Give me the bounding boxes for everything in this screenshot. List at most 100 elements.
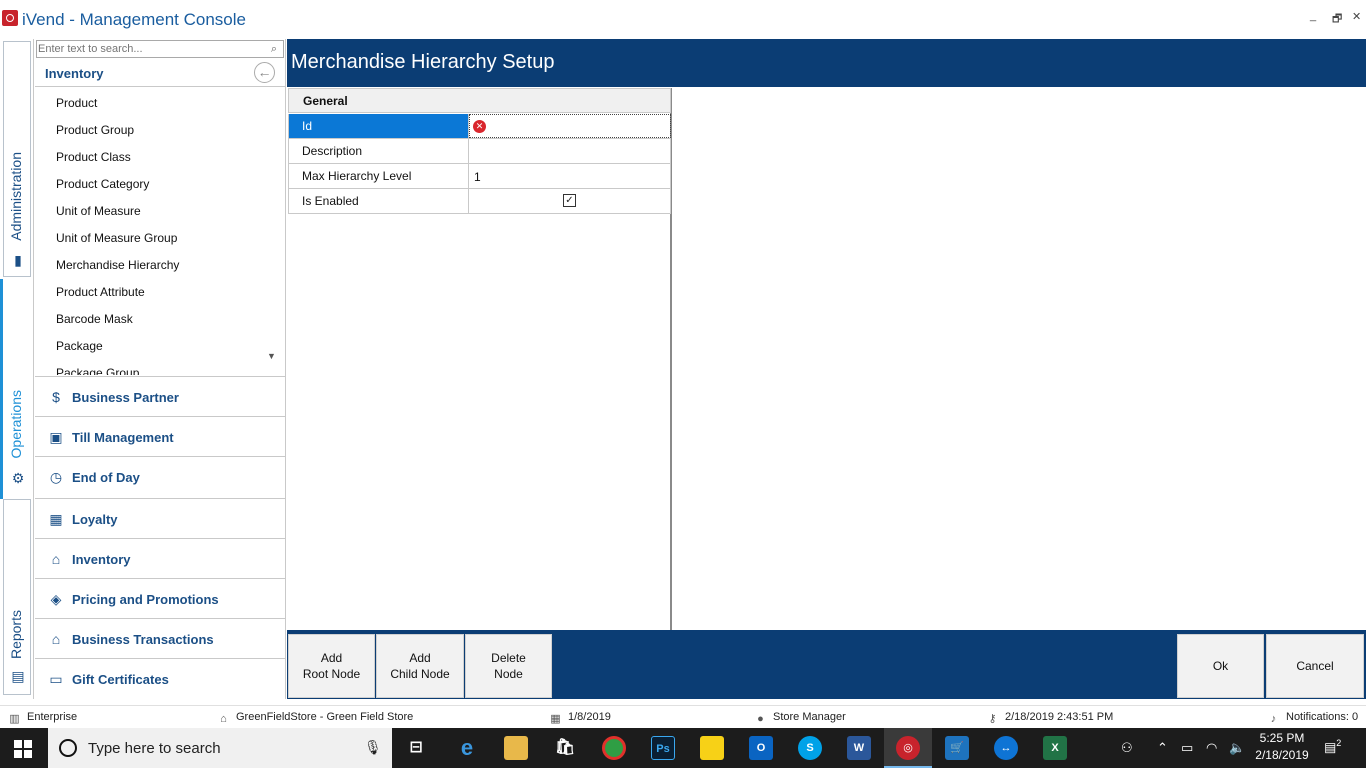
cart-icon[interactable]: 🛒 bbox=[945, 736, 969, 760]
nav-item-unit-of-measure-group[interactable]: Unit of Measure Group bbox=[56, 231, 177, 245]
app-title: iVend - Management Console bbox=[22, 10, 246, 29]
search-icon[interactable]: ⌕ bbox=[267, 42, 281, 56]
wifi-icon[interactable]: ◠ bbox=[1206, 740, 1217, 756]
section-gift-certificates[interactable]: ▭ Gift Certificates bbox=[35, 658, 285, 698]
is-enabled-field[interactable]: ✓ bbox=[469, 189, 671, 213]
section-pricing-and-promotions[interactable]: ◈ Pricing and Promotions bbox=[35, 578, 285, 618]
grid-row-name[interactable]: Description bbox=[288, 139, 469, 163]
battery-icon[interactable]: ▭ bbox=[1181, 740, 1193, 756]
grid-row-name[interactable]: Id bbox=[288, 114, 469, 138]
nav-item-merchandise-hierarchy[interactable]: Merchandise Hierarchy bbox=[56, 258, 179, 272]
scroll-down-icon[interactable]: ▼ bbox=[267, 351, 276, 361]
tab-reports[interactable]: Reports ▤ bbox=[3, 499, 31, 695]
grid-row-description[interactable]: Description bbox=[288, 139, 671, 164]
tab-administration[interactable]: Administration ▮ bbox=[3, 41, 31, 277]
section-loyalty[interactable]: ▦ Loyalty bbox=[35, 498, 285, 538]
nav-item-product-group[interactable]: Product Group bbox=[56, 123, 134, 137]
volume-icon[interactable]: 🔈 bbox=[1229, 740, 1245, 756]
grid-row-name-label: Id bbox=[302, 119, 313, 133]
microphone-icon[interactable]: 🎙 bbox=[364, 739, 382, 756]
edge-icon[interactable]: e bbox=[455, 736, 479, 760]
tab-operations[interactable]: Operations ⚙ bbox=[3, 279, 31, 497]
navigator-header-label: Inventory bbox=[45, 66, 104, 81]
bell-icon: ♪ bbox=[1270, 713, 1277, 725]
taskbar-active-app[interactable]: ◎ bbox=[884, 728, 932, 768]
file-explorer-icon[interactable] bbox=[504, 736, 528, 760]
teamviewer-icon[interactable]: ↔ bbox=[994, 736, 1018, 760]
nav-item-package[interactable]: Package bbox=[56, 339, 103, 353]
action-center-icon[interactable]: ▤2 bbox=[1324, 738, 1341, 755]
grid-row-id[interactable]: Id ✕ bbox=[288, 114, 671, 139]
word-icon[interactable]: W bbox=[847, 736, 871, 760]
cancel-label: Cancel bbox=[1296, 659, 1334, 673]
grid-row-name-label: Is Enabled bbox=[302, 194, 359, 208]
section-label: Gift Certificates bbox=[72, 672, 169, 687]
status-role: ● Store Manager bbox=[754, 711, 846, 725]
section-label: Business Partner bbox=[72, 390, 179, 405]
grid-row-name[interactable]: Is Enabled bbox=[288, 189, 469, 213]
grid-category-label: General bbox=[303, 94, 348, 108]
till-icon: ▣ bbox=[49, 429, 63, 445]
nav-item-barcode-mask[interactable]: Barcode Mask bbox=[56, 312, 133, 326]
chrome-icon[interactable] bbox=[602, 736, 626, 760]
grid-row-max-hierarchy-level[interactable]: Max Hierarchy Level 1 bbox=[288, 164, 671, 189]
navigator-search-input[interactable] bbox=[38, 41, 266, 57]
windows-start-icon[interactable] bbox=[14, 740, 32, 758]
add-child-node-label-line2: Child Node bbox=[390, 667, 450, 681]
nav-item-product-category[interactable]: Product Category bbox=[56, 177, 149, 191]
transactions-icon: ⌂ bbox=[51, 631, 61, 647]
cancel-button[interactable]: Cancel bbox=[1266, 634, 1364, 698]
delete-node-button[interactable]: Delete Node bbox=[465, 634, 552, 698]
windows-taskbar: Type here to search 🎙 ⊟ e 🛍 Ps O S W ◎ 🛒… bbox=[0, 728, 1366, 768]
description-field[interactable] bbox=[469, 139, 671, 163]
page-title: Merchandise Hierarchy Setup bbox=[291, 51, 555, 73]
is-enabled-checkbox[interactable]: ✓ bbox=[563, 194, 576, 207]
photoshop-icon[interactable]: Ps bbox=[651, 736, 675, 760]
people-icon[interactable]: ⚇ bbox=[1121, 740, 1133, 756]
navigator-header: Inventory ← bbox=[35, 60, 285, 87]
clock-date[interactable]: 2/18/2019 bbox=[1251, 748, 1313, 762]
section-inventory[interactable]: ⌂ Inventory bbox=[35, 538, 285, 578]
add-child-node-button[interactable]: Add Child Node bbox=[376, 634, 464, 698]
grid-row-name[interactable]: Max Hierarchy Level bbox=[288, 164, 469, 188]
nav-item-unit-of-measure[interactable]: Unit of Measure bbox=[56, 204, 141, 218]
grid-row-name-label: Description bbox=[302, 144, 363, 158]
status-notifications[interactable]: ♪ Notifications: 0 bbox=[1267, 711, 1358, 725]
add-root-node-button[interactable]: Add Root Node bbox=[288, 634, 375, 698]
gift-icon: ▦ bbox=[49, 511, 63, 527]
section-end-of-day[interactable]: ◷ End of Day bbox=[35, 456, 285, 496]
section-business-partner[interactable]: $ Business Partner bbox=[35, 376, 285, 416]
outlook-icon[interactable]: O bbox=[749, 736, 773, 760]
add-root-node-label-line1: Add bbox=[320, 651, 343, 665]
grid-category-row[interactable]: General bbox=[288, 88, 671, 113]
section-business-transactions[interactable]: ⌂ Business Transactions bbox=[35, 618, 285, 658]
store-app-icon[interactable]: 🛍 bbox=[553, 736, 577, 760]
back-arrow-icon[interactable]: ← bbox=[254, 62, 275, 83]
max-hierarchy-level-field[interactable]: 1 bbox=[469, 164, 671, 188]
minimize-button[interactable]: _ bbox=[1310, 10, 1316, 22]
hierarchy-tree-panel[interactable] bbox=[673, 88, 1366, 630]
nav-item-product-class[interactable]: Product Class bbox=[56, 150, 131, 164]
ok-button[interactable]: Ok bbox=[1177, 634, 1264, 698]
grid-row-is-enabled[interactable]: Is Enabled ✓ bbox=[288, 189, 671, 214]
excel-icon[interactable]: X bbox=[1043, 736, 1067, 760]
nav-item-product-attribute[interactable]: Product Attribute bbox=[56, 285, 145, 299]
property-grid-panel: General Id ✕ Description Max Hierarchy L… bbox=[287, 88, 672, 630]
task-view-icon[interactable]: ⊟ bbox=[404, 736, 428, 760]
status-role-label: Store Manager bbox=[773, 711, 846, 723]
status-business-date: ▦ 1/8/2019 bbox=[549, 711, 611, 725]
tab-administration-label: Administration bbox=[8, 152, 24, 241]
taskbar-search[interactable]: Type here to search 🎙 bbox=[48, 728, 392, 768]
key-icon: ⚷ bbox=[988, 713, 997, 725]
close-button[interactable]: ✕ bbox=[1352, 10, 1361, 23]
ivend-icon[interactable]: ◎ bbox=[896, 736, 920, 760]
sticky-notes-icon[interactable] bbox=[700, 736, 724, 760]
section-till-management[interactable]: ▣ Till Management bbox=[35, 416, 285, 456]
id-field[interactable]: ✕ bbox=[469, 114, 671, 138]
restore-button[interactable]: 🗗 bbox=[1332, 10, 1342, 29]
nav-item-package-group[interactable]: Package Group bbox=[56, 366, 139, 375]
nav-item-product[interactable]: Product bbox=[56, 96, 97, 110]
skype-icon[interactable]: S bbox=[798, 736, 822, 760]
chevron-up-icon[interactable]: ⌃ bbox=[1157, 740, 1168, 756]
clock-time[interactable]: 5:25 PM bbox=[1254, 731, 1310, 745]
